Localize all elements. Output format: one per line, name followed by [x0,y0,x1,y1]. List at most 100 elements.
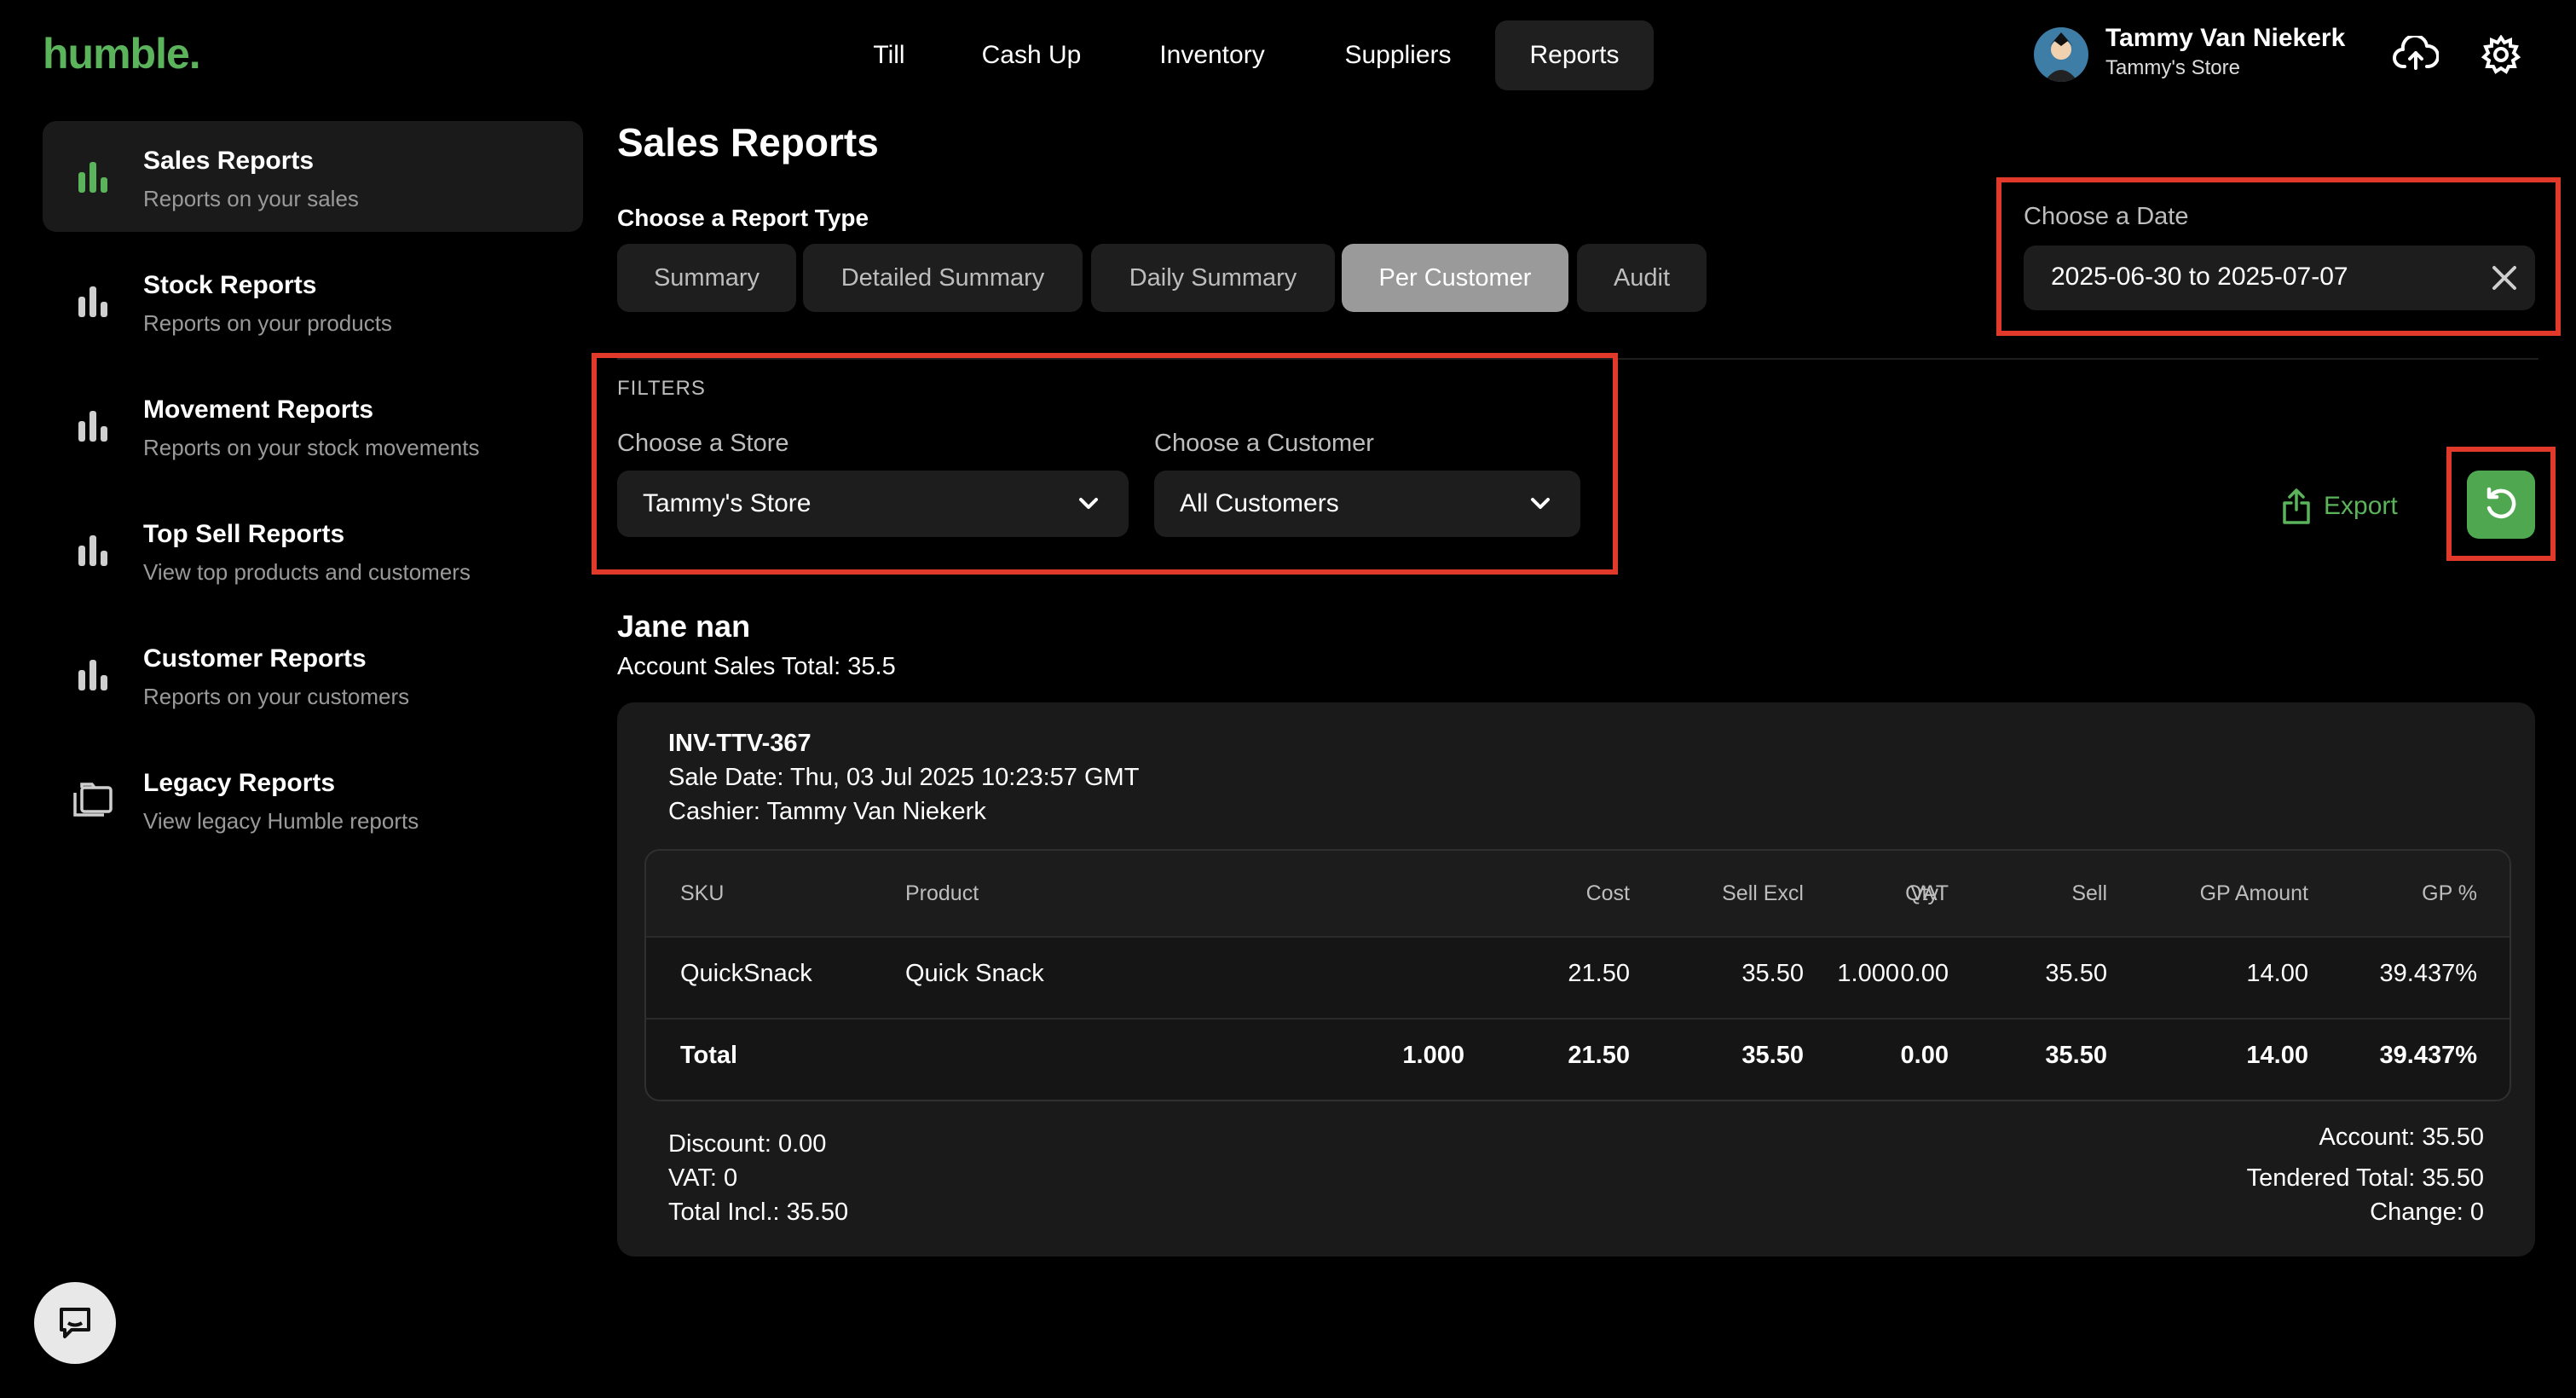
sidebar-item-subtitle: Reports on your stock movements [143,435,480,460]
cell-vat: 0.00 [1900,960,1949,987]
date-label: Choose a Date [2024,203,2189,230]
invoice-cashier: Cashier: Tammy Van Niekerk [668,798,986,825]
store-label: Choose a Store [617,430,789,457]
bar-chart-icon [78,162,107,193]
invoice-tendered-total: Tendered Total: 35.50 [2246,1164,2484,1192]
tab-summary[interactable]: Summary [617,244,796,312]
export-button[interactable]: Export [2281,482,2398,530]
store-select-value: Tammy's Store [643,489,811,517]
nav-cash-up[interactable]: Cash Up [967,20,1096,90]
store-select[interactable]: Tammy's Store [617,471,1129,537]
export-label: Export [2324,492,2398,520]
total-sell-excl: 35.50 [1741,1042,1804,1069]
cell-gp-pct: 39.437% [2379,960,2478,987]
chat-button[interactable] [34,1282,116,1364]
nav-till[interactable]: Till [851,20,927,90]
gear-icon[interactable] [2475,29,2527,80]
cell-sku: QuickSnack [680,960,812,987]
tab-per-customer[interactable]: Per Customer [1342,244,1568,312]
sidebar-item-top-sell-reports[interactable]: Top Sell Reports View top products and c… [43,494,583,605]
account-sales-total: Account Sales Total: 35.5 [617,653,896,680]
user-name: Tammy Van Niekerk [2105,24,2346,52]
nav-reports[interactable]: Reports [1495,20,1654,90]
refresh-icon [2486,487,2516,519]
customer-select[interactable]: All Customers [1154,471,1580,537]
sidebar-item-subtitle: Reports on your customers [143,684,410,709]
col-sell-excl: Sell Excl [1722,881,1804,905]
sidebar-item-subtitle: Reports on your sales [143,186,359,211]
refresh-button[interactable] [2467,471,2535,539]
invoice-table: SKU Product Qty Cost Sell Excl VAT Sell … [644,849,2511,1101]
customer-select-value: All Customers [1180,489,1339,517]
total-qty: 1.000 [1402,1042,1464,1069]
tab-daily-summary[interactable]: Daily Summary [1091,244,1335,312]
filters-highlight [592,353,1618,575]
col-sku: SKU [680,881,725,905]
filters-caption: FILTERS [617,377,706,400]
bar-chart-icon [78,411,107,442]
bar-chart-icon [78,660,107,690]
customer-label: Choose a Customer [1154,430,1374,457]
tab-audit[interactable]: Audit [1577,244,1707,312]
cell-product: Quick Snack [905,960,1044,987]
sidebar-item-sales-reports[interactable]: Sales Reports Reports on your sales [43,121,583,232]
sidebar-item-title: Top Sell Reports [143,520,345,548]
user-store: Tammy's Store [2105,56,2240,79]
bar-chart-icon [78,286,107,317]
sidebar-item-subtitle: View legacy Humble reports [143,808,419,834]
humble-logo[interactable]: humble. [43,29,201,78]
nav-inventory[interactable]: Inventory [1139,20,1285,90]
sidebar-item-title: Movement Reports [143,396,374,424]
invoice-number: INV-TTV-367 [668,730,811,757]
cell-gp-amount: 14.00 [2246,960,2308,987]
cloud-upload-icon[interactable] [2390,29,2441,80]
total-sell: 35.50 [2045,1042,2107,1069]
cell-cost: 21.50 [1568,960,1630,987]
customer-name: Jane nan [617,609,751,644]
sidebar-item-customer-reports[interactable]: Customer Reports Reports on your custome… [43,619,583,730]
tab-detailed-summary[interactable]: Detailed Summary [803,244,1083,312]
cell-sell-excl: 35.50 [1741,960,1804,987]
invoice-discount: Discount: 0.00 [668,1130,827,1158]
col-sell: Sell [2071,881,2107,905]
row-separator [646,1018,2510,1020]
page-title: Sales Reports [617,120,879,165]
col-cost: Cost [1585,881,1630,905]
invoice-total-incl: Total Incl.: 35.50 [668,1199,849,1226]
invoice-card: INV-TTV-367 Sale Date: Thu, 03 Jul 2025 … [617,702,2535,1256]
sidebar-item-movement-reports[interactable]: Movement Reports Reports on your stock m… [43,370,583,481]
avatar[interactable] [2034,27,2088,82]
total-gp-amount: 14.00 [2246,1042,2308,1069]
invoice-change: Change: 0 [2370,1199,2484,1226]
total-label: Total [680,1042,738,1069]
share-icon [2283,488,2310,524]
invoice-vat: VAT: 0 [668,1164,738,1192]
chevron-down-icon [1079,498,1098,509]
folders-icon [73,783,113,817]
sidebar-item-legacy-reports[interactable]: Legacy Reports View legacy Humble report… [43,743,583,854]
col-gp-amount: GP Amount [2199,881,2308,905]
bar-chart-icon [78,535,107,566]
total-gp-pct: 39.437% [2379,1042,2478,1069]
invoice-sale-date: Sale Date: Thu, 03 Jul 2025 10:23:57 GMT [668,764,1140,791]
sidebar-item-subtitle: Reports on your products [143,310,392,336]
sidebar-item-title: Customer Reports [143,644,367,673]
chat-icon [60,1308,90,1338]
sidebar-item-title: Legacy Reports [143,769,336,797]
sidebar-item-subtitle: View top products and customers [143,559,471,585]
sidebar-item-title: Sales Reports [143,147,315,175]
sidebar-item-stock-reports[interactable]: Stock Reports Reports on your products [43,246,583,356]
col-gp-pct: GP % [2422,881,2477,905]
total-vat: 0.00 [1900,1042,1949,1069]
chevron-down-icon [1531,498,1550,509]
nav-suppliers[interactable]: Suppliers [1326,20,1470,90]
report-type-label: Choose a Report Type [617,205,869,231]
invoice-account: Account: 35.50 [2319,1124,2484,1151]
cell-sell: 35.50 [2045,960,2107,987]
date-range-value: 2025-06-30 to 2025-07-07 [2051,263,2348,291]
col-product: Product [905,881,979,905]
total-cost: 21.50 [1568,1042,1630,1069]
close-icon[interactable] [2491,264,2518,292]
sidebar-item-title: Stock Reports [143,271,317,299]
date-range-input[interactable]: 2025-06-30 to 2025-07-07 [2024,246,2535,310]
